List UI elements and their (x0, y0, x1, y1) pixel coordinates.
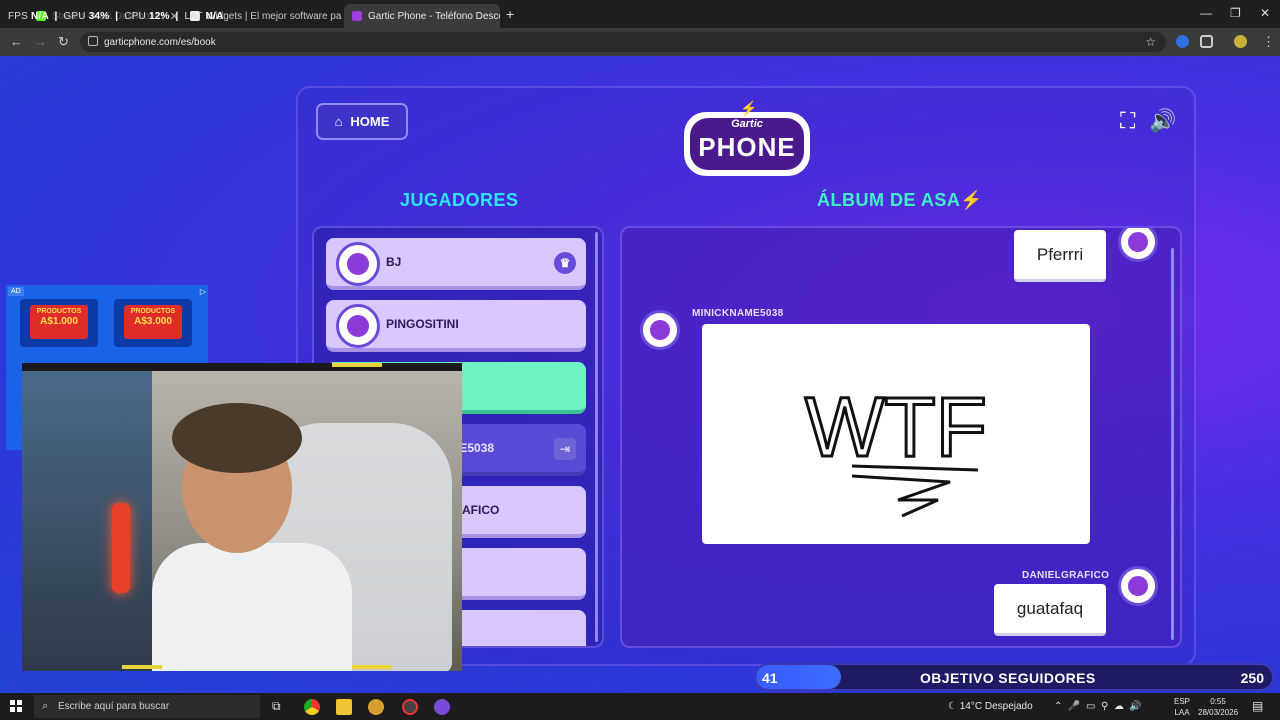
home-button[interactable]: ⌂ HOME (316, 103, 408, 140)
new-tab-icon[interactable]: + (506, 6, 514, 22)
follower-goal-bar: 41 OBJETIVO SEGUIDORES 250 (754, 663, 1274, 691)
extension-icon[interactable] (1176, 35, 1189, 48)
player-card[interactable]: BJ ♛ (326, 238, 586, 290)
text-entry-bubble: guatafaq (994, 584, 1106, 636)
gartic-icon (352, 11, 362, 21)
extensions-puzzle-icon[interactable] (1200, 35, 1213, 48)
gartic-phone-logo: ⚡ Gartic PHONE (684, 100, 810, 178)
obs-icon[interactable] (402, 699, 418, 715)
goal-target: 250 (1240, 670, 1264, 686)
file-explorer-icon[interactable] (336, 699, 352, 715)
system-clock[interactable]: 0:55 28/03/2026 (1198, 696, 1238, 718)
fullscreen-icon[interactable]: ⛶ (1120, 108, 1135, 134)
url-field[interactable]: garticphone.com/es/book ☆ (80, 32, 1166, 52)
album-panel[interactable]: Pferrri MINICKNAME5038 WTF DANIELGRAFICO… (620, 226, 1182, 648)
address-bar-row: ← → ↻ garticphone.com/es/book ☆ ⋮ (0, 28, 1280, 56)
goal-current: 41 (762, 670, 778, 686)
app-icon[interactable] (434, 699, 450, 715)
avatar (336, 304, 380, 348)
microphone-image (112, 503, 130, 593)
weather-widget[interactable]: ☾ 14°C Despejado (948, 701, 1033, 712)
players-scrollbar[interactable] (595, 232, 598, 642)
avatar (640, 310, 680, 350)
notifications-icon[interactable]: ▤ (1252, 699, 1263, 713)
taskbar-search-input[interactable]: ⌕ Escribe aquí para buscar (34, 695, 260, 718)
drawing-word: WTF (805, 380, 987, 474)
album-scrollbar[interactable] (1171, 248, 1174, 640)
bookmark-star-icon[interactable]: ☆ (1145, 35, 1156, 49)
gartic-page: ⌂ HOME ⚡ Gartic PHONE ⛶ 🔊 JUGADORES ÁLBU… (0, 56, 1280, 693)
avatar (336, 242, 380, 286)
back-icon[interactable]: ← (10, 34, 23, 49)
crown-icon: ♛ (554, 252, 576, 274)
forward-icon[interactable]: → (34, 34, 47, 49)
windows-start-icon[interactable] (10, 700, 22, 712)
goal-label: OBJETIVO SEGUIDORES (920, 670, 1096, 686)
home-icon: ⌂ (334, 114, 343, 129)
players-title: JUGADORES (400, 190, 519, 210)
ad-choices-icon[interactable]: ▷ (200, 287, 206, 296)
language-indicator[interactable]: ESP LAA (1174, 696, 1190, 718)
minimize-icon[interactable]: — (1200, 6, 1212, 20)
promo-tile[interactable]: PRODUCTOS A$1.000 (20, 299, 98, 347)
avatar (1118, 228, 1158, 262)
webcam-overlay (22, 363, 462, 671)
search-icon: ⌕ (42, 700, 49, 712)
app-icon[interactable] (368, 699, 384, 715)
site-info-icon[interactable] (88, 36, 98, 46)
player-card[interactable]: PINGOSITINI (326, 300, 586, 352)
profile-avatar[interactable] (1234, 35, 1247, 48)
bolt-icon: ⚡ (740, 100, 758, 116)
performance-overlay: FPS N/A | GPU 34% | CPU 12% | LAT N/A (8, 11, 224, 22)
ad-label: AD (8, 287, 24, 296)
browser-tab-bar: Stream - Kick Dashboard ✕ Widgets | El m… (0, 0, 1280, 28)
chrome-icon[interactable] (304, 699, 320, 715)
tab-gartic-phone[interactable]: Gartic Phone - Teléfono Descon ✕ (344, 4, 500, 28)
avatar (1118, 566, 1158, 606)
restore-icon[interactable]: ❐ (1230, 6, 1241, 20)
drawing-canvas: WTF (702, 324, 1090, 544)
windows-taskbar: ⌕ Escribe aquí para buscar ⧉ ☾ 14°C Desp… (0, 693, 1280, 720)
promo-tile[interactable]: PRODUCTOS A$3.000 (114, 299, 192, 347)
album-title: ÁLBUM DE ASA⚡ (817, 190, 984, 210)
tray-icons[interactable]: ⌃ 🎤 ▭ ⚲ ☁ 🔊 (1054, 701, 1142, 712)
reload-icon[interactable]: ↻ (58, 34, 69, 50)
menu-kebab-icon[interactable]: ⋮ (1262, 34, 1275, 50)
task-view-icon[interactable]: ⧉ (272, 699, 281, 714)
top-controls: ⛶ 🔊 (1120, 108, 1177, 134)
nickname: MINICKNAME5038 (692, 308, 784, 319)
exit-icon[interactable]: ⇥ (554, 438, 576, 460)
close-window-icon[interactable]: ✕ (1260, 6, 1270, 20)
nickname: DANIELGRAFICO (1022, 570, 1110, 581)
drawing-strokes: WTF (804, 379, 988, 518)
text-entry-bubble: Pferrri (1014, 230, 1106, 282)
volume-icon[interactable]: 🔊 (1149, 108, 1176, 134)
